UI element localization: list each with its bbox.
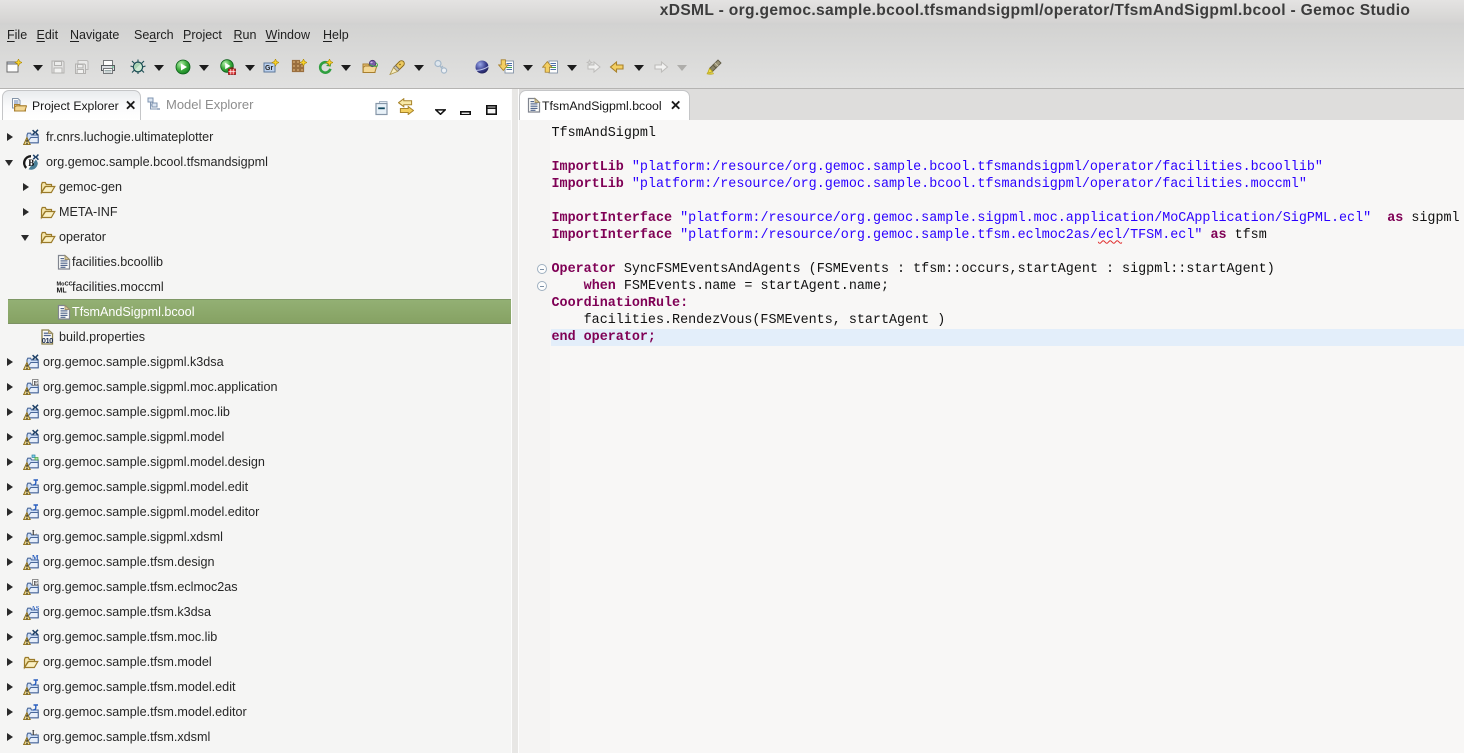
svg-text:L: L bbox=[32, 529, 37, 537]
svg-text:ML: ML bbox=[57, 287, 68, 294]
svg-text:E: E bbox=[34, 579, 38, 586]
svg-text:E: E bbox=[34, 379, 38, 386]
svg-text:010: 010 bbox=[42, 335, 53, 344]
svg-text:B: B bbox=[28, 158, 34, 168]
svg-text:L: L bbox=[32, 729, 37, 737]
svg-text:M: M bbox=[32, 554, 39, 562]
svg-text:AS: AS bbox=[31, 605, 39, 612]
svg-text:Gr: Gr bbox=[265, 65, 273, 72]
